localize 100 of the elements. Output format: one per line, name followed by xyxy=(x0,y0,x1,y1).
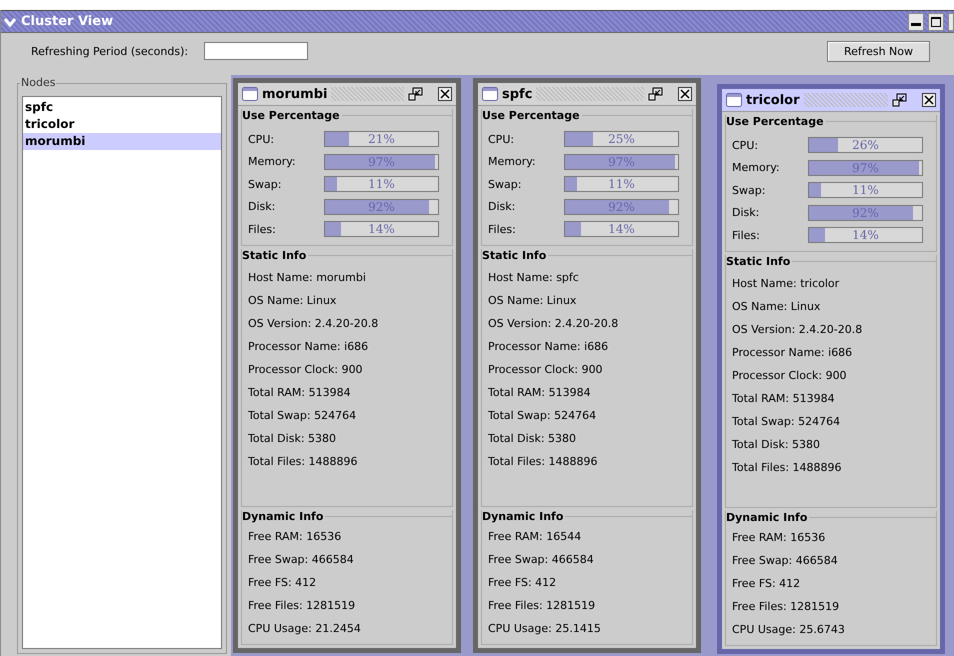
info-text: Free Swap: 466584 xyxy=(248,553,354,566)
window-icon xyxy=(482,87,498,101)
progress-reading: 26% xyxy=(851,138,880,152)
info-text: OS Version: 2.4.20-20.8 xyxy=(488,316,618,330)
close-icon[interactable] xyxy=(438,87,452,101)
info-text: Total RAM: 513984 xyxy=(488,386,591,398)
info-text: Host Name: morumbi xyxy=(248,270,366,284)
usage-label: Files: xyxy=(488,222,517,236)
window-icon xyxy=(242,87,258,101)
info-text: Free Files: 1281519 xyxy=(488,599,596,612)
info-text: Total Files: 1488896 xyxy=(248,454,358,468)
info-text: Free FS: 412 xyxy=(248,576,316,589)
node-item[interactable]: spfc xyxy=(23,99,221,116)
info-text: Total Disk: 5380 xyxy=(732,438,820,450)
info-text: OS Version: 2.4.20-20.8 xyxy=(732,322,862,336)
iconify-icon[interactable] xyxy=(408,87,424,101)
usage-label: Swap: xyxy=(248,178,282,191)
progress-reading: 21% xyxy=(367,132,396,146)
internal-frame[interactable] xyxy=(233,78,461,653)
internal-frame[interactable] xyxy=(473,78,701,653)
info-text: Host Name: tricolor xyxy=(732,276,840,290)
info-text: Processor Clock: 900 xyxy=(732,368,847,382)
info-text: Total Swap: 524764 xyxy=(732,414,840,428)
usage-label: Memory: xyxy=(248,155,297,168)
section-title: Dynamic Info xyxy=(726,511,808,524)
info-text: CPU Usage: 25.1415 xyxy=(488,622,601,635)
info-text: CPU Usage: 21.2454 xyxy=(248,622,361,635)
progress-reading: 11% xyxy=(851,183,880,198)
chevron-down-icon[interactable] xyxy=(3,16,17,28)
frame-title-bar[interactable]: morumbi xyxy=(238,83,456,106)
progress-reading: 14% xyxy=(851,228,880,242)
frame-title: tricolor xyxy=(746,92,800,108)
frame-title-bar[interactable]: spfc xyxy=(478,83,696,106)
section-title: Static Info xyxy=(726,254,790,268)
info-text: Host Name: spfc xyxy=(488,270,579,284)
iconify-icon[interactable] xyxy=(648,87,664,101)
section-title: Use Percentage xyxy=(726,115,824,128)
info-text: Free RAM: 16536 xyxy=(732,531,826,544)
refresh-button[interactable]: Refresh Now xyxy=(827,40,930,62)
info-text: Free Swap: 466584 xyxy=(488,553,594,566)
usage-label: Disk: xyxy=(488,200,516,214)
usage-label: Files: xyxy=(732,228,761,242)
internal-frame[interactable] xyxy=(717,84,945,654)
info-text: Total Files: 1488896 xyxy=(732,460,842,474)
info-text: Total Swap: 524764 xyxy=(248,408,356,422)
section-title: Use Percentage xyxy=(482,109,580,122)
usage-label: CPU: xyxy=(248,132,276,146)
usage-label: CPU: xyxy=(732,138,760,152)
close-icon[interactable] xyxy=(678,87,692,101)
progress-reading: 11% xyxy=(367,177,396,192)
progress-reading: 14% xyxy=(607,222,636,236)
section-title: Static Info xyxy=(242,248,306,262)
close-icon[interactable] xyxy=(922,93,936,107)
info-text: Processor Clock: 900 xyxy=(248,362,363,376)
usage-label: Memory: xyxy=(732,161,781,174)
minimize-icon xyxy=(911,23,921,26)
usage-label: Memory: xyxy=(488,155,537,168)
progress-reading: 14% xyxy=(367,222,396,236)
info-text: Free FS: 412 xyxy=(488,576,556,589)
period-label: Refreshing Period (seconds): xyxy=(31,44,188,58)
section-title: Static Info xyxy=(482,248,546,262)
window-icon xyxy=(726,93,742,107)
usage-label: Disk: xyxy=(248,200,276,214)
usage-label: CPU: xyxy=(488,132,516,146)
info-text: Processor Name: i686 xyxy=(732,346,852,358)
info-text: CPU Usage: 25.6743 xyxy=(732,623,845,636)
maximize-icon xyxy=(931,16,941,26)
section-title: Dynamic Info xyxy=(482,510,564,523)
panel-title: Nodes xyxy=(20,76,56,89)
info-text: Total Disk: 5380 xyxy=(488,432,576,444)
usage-label: Disk: xyxy=(732,206,760,220)
section-title: Dynamic Info xyxy=(242,510,324,523)
node-item[interactable]: morumbi xyxy=(23,133,221,150)
info-text: Total Disk: 5380 xyxy=(248,432,336,444)
info-text: Free Files: 1281519 xyxy=(248,599,356,612)
node-item[interactable]: tricolor xyxy=(23,116,221,133)
frame-title: morumbi xyxy=(262,86,328,102)
iconify-icon[interactable] xyxy=(892,93,908,107)
progress-reading: 11% xyxy=(607,177,636,192)
info-text: Free Swap: 466584 xyxy=(732,554,838,567)
progress-reading: 25% xyxy=(607,132,636,146)
minimize-button[interactable] xyxy=(908,12,924,30)
info-text: Free RAM: 16544 xyxy=(488,530,582,543)
info-text: Processor Name: i686 xyxy=(488,340,608,352)
info-text: Free Files: 1281519 xyxy=(732,600,840,613)
section-title: Use Percentage xyxy=(242,109,340,122)
info-text: Total RAM: 513984 xyxy=(732,392,835,404)
info-text: Total RAM: 513984 xyxy=(248,386,351,398)
info-text: Total Files: 1488896 xyxy=(488,454,598,468)
info-text: OS Name: Linux xyxy=(248,294,336,306)
maximize-button[interactable] xyxy=(928,12,944,30)
info-text: OS Name: Linux xyxy=(488,294,576,306)
frame-title-bar[interactable]: tricolor xyxy=(722,89,940,112)
info-text: Free RAM: 16536 xyxy=(248,530,342,543)
info-text: Processor Name: i686 xyxy=(248,340,368,352)
usage-label: Files: xyxy=(248,222,277,236)
window-title: Cluster View xyxy=(21,14,114,29)
period-field[interactable] xyxy=(204,42,308,60)
info-text: OS Version: 2.4.20-20.8 xyxy=(248,316,378,330)
usage-label: Swap: xyxy=(488,178,522,191)
